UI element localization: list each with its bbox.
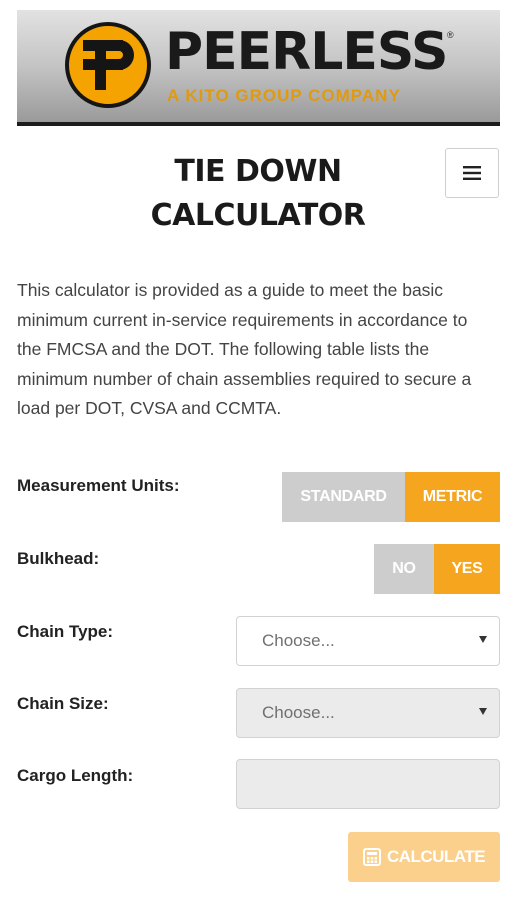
brand-tagline: A KITO GROUP COMPANY [167, 86, 401, 105]
chain-size-label: Chain Size: [17, 694, 109, 713]
page-title: TIE DOWN CALCULATOR [120, 150, 396, 238]
chevron-down-icon [479, 708, 487, 715]
page-title-line-1: TIE DOWN [174, 154, 342, 189]
hamburger-menu-icon [463, 166, 481, 180]
peerless-p-logo-icon [65, 22, 151, 108]
page-title-line-2: CALCULATOR [150, 198, 366, 233]
header-banner: PEERLESS ® A KITO GROUP COMPANY [17, 10, 500, 126]
bulkhead-yes-option[interactable]: YES [434, 544, 500, 594]
menu-button[interactable] [445, 148, 499, 198]
bulkhead-toggle: NO YES [374, 544, 500, 594]
intro-text: This calculator is provided as a guide t… [17, 280, 472, 419]
calculator-icon [362, 848, 381, 866]
cargo-length-input[interactable] [236, 759, 500, 809]
chevron-down-icon [479, 636, 487, 643]
cargo-length-label: Cargo Length: [17, 766, 134, 785]
bulkhead-no-option[interactable]: NO [374, 544, 434, 594]
measurement-units-toggle: STANDARD METRIC [282, 472, 500, 522]
measurement-units-label: Measurement Units: [17, 476, 180, 495]
chain-size-select[interactable]: Choose... [236, 688, 500, 738]
registered-mark: ® [447, 30, 454, 40]
units-standard-option[interactable]: STANDARD [282, 472, 405, 522]
chain-type-select[interactable]: Choose... [236, 616, 500, 666]
brand-name: PEERLESS [165, 22, 448, 82]
chain-type-label: Chain Type: [17, 622, 114, 641]
chain-type-value: Choose... [262, 631, 335, 650]
bulkhead-label: Bulkhead: [17, 549, 100, 568]
chain-size-value: Choose... [262, 703, 335, 722]
units-metric-option[interactable]: METRIC [405, 472, 500, 522]
calculate-label: CALCULATE [386, 847, 486, 866]
calculate-button[interactable]: CALCULATE [348, 832, 500, 882]
